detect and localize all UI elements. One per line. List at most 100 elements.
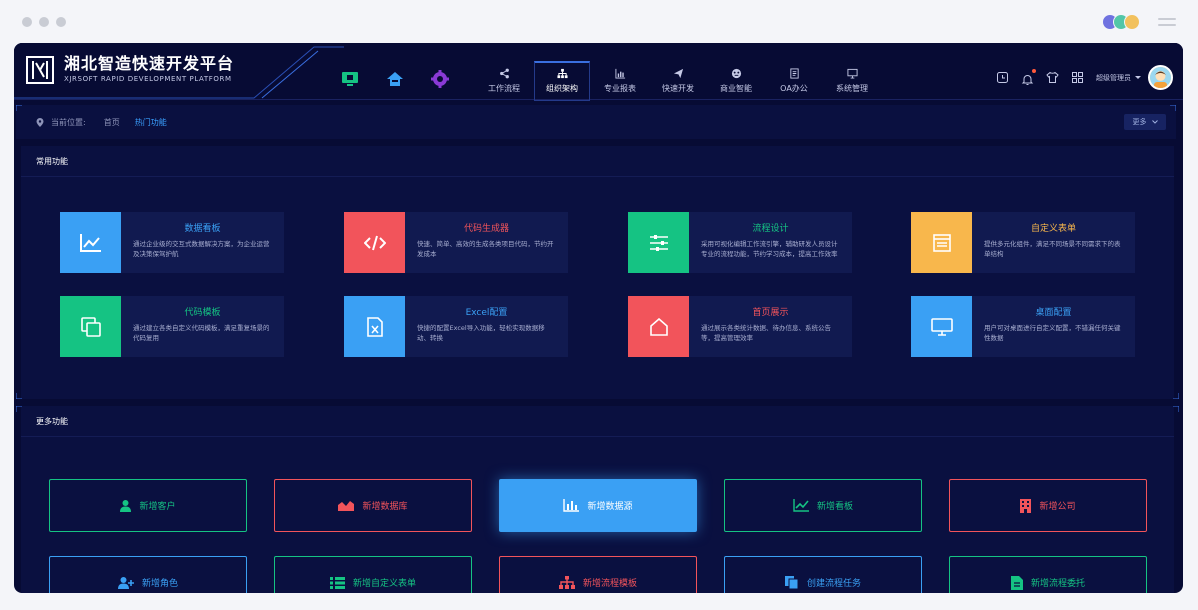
chevron-down-icon[interactable] bbox=[1135, 76, 1141, 79]
add-company-button[interactable]: 新增公司 bbox=[949, 479, 1147, 532]
sliders-icon bbox=[628, 212, 689, 273]
feature-desc: 提供多元化组件，满足不同场景不同需求下的表单结构 bbox=[984, 240, 1121, 258]
apps-icon[interactable] bbox=[1071, 71, 1084, 84]
action-label: 新增数据库 bbox=[362, 502, 408, 512]
create-flow-task-button[interactable]: 创建流程任务 bbox=[724, 556, 922, 593]
monitor-icon bbox=[846, 68, 858, 79]
doc-icon bbox=[789, 68, 799, 79]
breadcrumb: 当前位置: 首页 热门功能 bbox=[36, 117, 167, 128]
nav-item-rapid-dev[interactable]: 快速开发 bbox=[650, 61, 706, 101]
user-icon bbox=[120, 499, 132, 512]
more-button[interactable]: 更多 bbox=[1124, 114, 1166, 130]
avatar[interactable] bbox=[1148, 65, 1173, 90]
building-icon bbox=[1020, 498, 1032, 513]
home-icon bbox=[628, 296, 689, 357]
theme-swatch-yellow[interactable] bbox=[1124, 14, 1140, 30]
feature-card-desktop-config[interactable]: 桌面配置 用户可对桌面进行自定义配置，不错漏任何关键性数据 bbox=[911, 296, 1135, 357]
frame-corner bbox=[1170, 105, 1176, 111]
feature-desc: 快捷的配置Excel导入功能，轻松实现数据移动、转换 bbox=[417, 324, 545, 342]
feature-card-excel-config[interactable]: Excel配置 快捷的配置Excel导入功能，轻松实现数据移动、转换 bbox=[344, 296, 568, 357]
breadcrumb-current[interactable]: 热门功能 bbox=[135, 117, 167, 128]
add-flow-template-button[interactable]: 新增流程模板 bbox=[499, 556, 697, 593]
action-label: 新增看板 bbox=[816, 502, 853, 512]
feature-desc: 通过企业级的交互式数据解决方案，为企业运营及决策保驾护航 bbox=[133, 240, 270, 258]
common-functions-section: 常用功能 数据看板 通过企业级的交互式数据解决方案，为企业运营及决策保驾护航 代… bbox=[16, 146, 1179, 399]
action-label: 新增流程模板 bbox=[582, 579, 637, 589]
nav-item-oa[interactable]: OA办公 bbox=[766, 61, 822, 101]
feature-card-code-template[interactable]: 代码模板 通过建立各类自定义代码模板，满足重复场景的代码复用 bbox=[60, 296, 284, 357]
form-icon bbox=[911, 212, 972, 273]
feature-title: 流程设计 bbox=[752, 224, 789, 234]
action-label: 新增客户 bbox=[139, 502, 176, 512]
add-role-button[interactable]: 新增角色 bbox=[49, 556, 247, 593]
user-plus-icon bbox=[117, 576, 134, 589]
excel-icon bbox=[344, 296, 405, 357]
monitor-icon[interactable] bbox=[340, 69, 360, 89]
send-icon bbox=[673, 68, 683, 79]
feature-title: Excel配置 bbox=[465, 308, 508, 318]
window-dot[interactable] bbox=[39, 17, 49, 27]
action-label: 新增自定义表单 bbox=[352, 579, 416, 589]
feature-title: 数据看板 bbox=[184, 224, 221, 234]
area-chart-icon bbox=[338, 501, 355, 511]
feature-card-homepage-display[interactable]: 首页展示 通过展示各类统计数据、待办信息、系统公告等，提高管理效率 bbox=[628, 296, 852, 357]
bell-icon[interactable] bbox=[1021, 69, 1036, 85]
home-icon[interactable] bbox=[385, 69, 405, 89]
window-dot[interactable] bbox=[56, 17, 66, 27]
menu-icon[interactable] bbox=[1158, 14, 1176, 30]
action-label: 新增数据源 bbox=[587, 502, 633, 512]
feature-title: 自定义表单 bbox=[1030, 224, 1076, 234]
add-datasource-button[interactable]: 新增数据源 bbox=[499, 479, 697, 532]
code-icon bbox=[344, 212, 405, 273]
feature-title: 首页展示 bbox=[752, 308, 789, 318]
nav-item-bi[interactable]: 商业智能 bbox=[708, 61, 764, 101]
user-name[interactable]: 超级管理员 bbox=[1096, 73, 1131, 83]
quick-icons bbox=[340, 69, 450, 89]
nav-item-reports[interactable]: 专业报表 bbox=[592, 61, 648, 101]
nav-label: 组织架构 bbox=[546, 84, 578, 93]
feature-card-code-generator[interactable]: 代码生成器 快速、简单、高效的生成各类项目代码，节约开发成本 bbox=[344, 212, 568, 273]
desktop-icon bbox=[911, 296, 972, 357]
add-customer-button[interactable]: 新增客户 bbox=[49, 479, 247, 532]
frame-corner bbox=[16, 105, 22, 111]
brand-title: 湘北智造快速开发平台 bbox=[64, 54, 235, 73]
nav-item-org[interactable]: 组织架构 bbox=[534, 61, 590, 101]
more-button-label: 更多 bbox=[1132, 118, 1147, 126]
action-label: 新增流程委托 bbox=[1030, 579, 1085, 589]
action-label: 新增公司 bbox=[1039, 502, 1076, 512]
sitemap-icon bbox=[558, 576, 575, 589]
shirt-icon[interactable] bbox=[1046, 71, 1059, 84]
nav-item-system[interactable]: 系统管理 bbox=[824, 61, 880, 101]
add-dashboard-button[interactable]: 新增看板 bbox=[724, 479, 922, 532]
nav-item-workflow[interactable]: 工作流程 bbox=[476, 61, 532, 101]
window-dot[interactable] bbox=[22, 17, 32, 27]
clock-icon[interactable] bbox=[996, 71, 1009, 84]
action-label: 创建流程任务 bbox=[806, 579, 861, 589]
add-database-button[interactable]: 新增数据库 bbox=[274, 479, 472, 532]
nav-label: 系统管理 bbox=[836, 84, 868, 93]
gear-icon[interactable] bbox=[430, 69, 450, 89]
section-title: 常用功能 bbox=[21, 146, 1174, 177]
copy-icon bbox=[784, 575, 799, 589]
breadcrumb-home[interactable]: 首页 bbox=[104, 117, 120, 128]
copy-icon bbox=[60, 296, 121, 357]
share-icon bbox=[499, 68, 509, 79]
feature-card-dashboard[interactable]: 数据看板 通过企业级的交互式数据解决方案，为企业运营及决策保驾护航 bbox=[60, 212, 284, 273]
chrome-tools bbox=[1102, 14, 1176, 30]
nav-label: 商业智能 bbox=[720, 84, 752, 93]
theme-swatches[interactable] bbox=[1102, 14, 1140, 30]
brand[interactable]: 湘北智造快速开发平台 XJRSOFT RAPID DEVELOPMENT PLA… bbox=[26, 55, 234, 84]
bar-chart-icon bbox=[614, 68, 625, 79]
org-chart-icon bbox=[556, 68, 568, 79]
top-header: 湘北智造快速开发平台 XJRSOFT RAPID DEVELOPMENT PLA… bbox=[14, 43, 1183, 101]
main-nav: 工作流程 组织架构 专业报表 快速开发 商业智能 OA办公 系统管理 bbox=[476, 61, 882, 101]
chevron-down-icon bbox=[1151, 120, 1158, 124]
section-title: 更多功能 bbox=[21, 406, 1174, 437]
ai-icon bbox=[731, 68, 741, 79]
feature-card-custom-form[interactable]: 自定义表单 提供多元化组件，满足不同场景不同需求下的表单结构 bbox=[911, 212, 1135, 273]
add-custom-form-button[interactable]: 新增自定义表单 bbox=[274, 556, 472, 593]
feature-card-flow-design[interactable]: 流程设计 采用可视化编辑工作流引擎，辅助研发人员设计专业的流程功能，节约学习成本… bbox=[628, 212, 852, 273]
add-flow-delegation-button[interactable]: 新增流程委托 bbox=[949, 556, 1147, 593]
feature-desc: 采用可视化编辑工作流引擎，辅助研发人员设计专业的流程功能，节约学习成本，提高工作… bbox=[701, 240, 838, 258]
feature-desc: 通过展示各类统计数据、待办信息、系统公告等，提高管理效率 bbox=[701, 324, 831, 342]
